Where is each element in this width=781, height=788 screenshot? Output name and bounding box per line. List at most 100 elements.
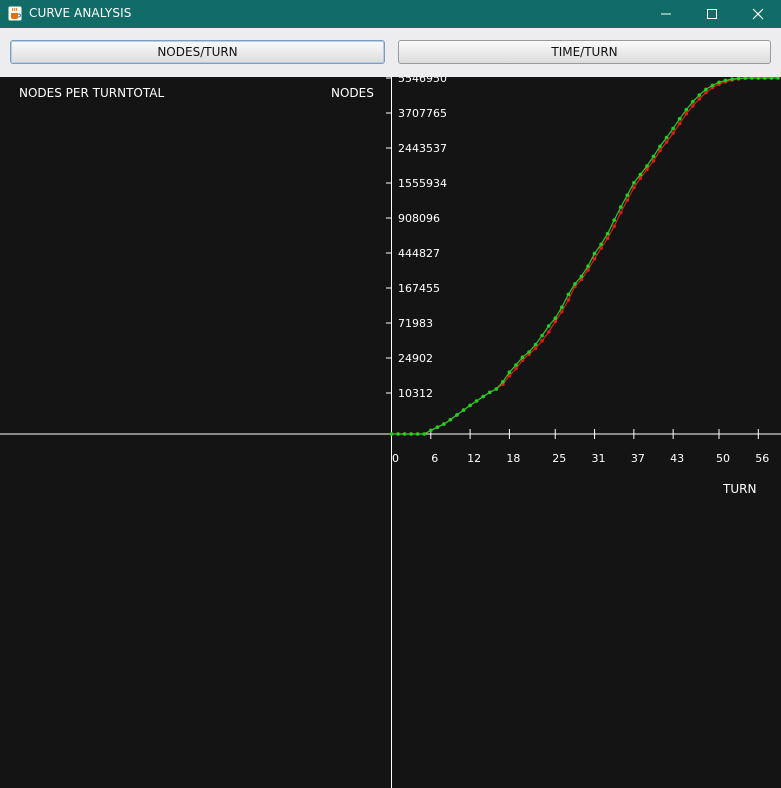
x-tick-label: 6 [431, 452, 438, 465]
green-data-point [461, 408, 466, 412]
time-turn-button[interactable]: TIME/TURN [398, 40, 771, 64]
green-data-point [560, 305, 564, 309]
green-data-point [409, 432, 413, 436]
x-tick-label: 43 [670, 452, 684, 465]
red-data-point [671, 131, 675, 135]
minimize-icon [661, 13, 671, 15]
green-data-point [448, 417, 453, 422]
y-tick-label: 10312 [398, 387, 433, 400]
red-data-point [592, 256, 597, 261]
green-data-point [677, 117, 682, 121]
close-button[interactable] [735, 0, 781, 28]
green-data-point [389, 432, 394, 436]
green-data-point [599, 242, 603, 247]
green-data-point [455, 413, 459, 417]
green-data-point [730, 77, 734, 81]
y-tick-label: 2443537 [398, 142, 447, 155]
window-title: CURVE ANALYSIS [29, 6, 132, 20]
green-data-point [533, 342, 538, 347]
green-data-point [415, 432, 420, 436]
green-data-point [632, 181, 636, 185]
green-data-point [507, 370, 512, 375]
green-data-point [704, 87, 708, 92]
green-data-point [625, 193, 630, 197]
y-tick-label: 908096 [398, 212, 440, 225]
red-data-point [546, 330, 551, 334]
green-data-point [664, 135, 669, 140]
x-tick-label: 18 [506, 452, 520, 465]
red-data-point [605, 236, 610, 241]
red-data-point [533, 346, 538, 351]
green-data-point [442, 422, 446, 426]
green-data-point [586, 264, 590, 268]
green-data-point [723, 78, 728, 83]
green-data-point [717, 80, 721, 85]
green-data-point [619, 205, 623, 209]
y-tick-label: 24902 [398, 352, 433, 365]
series-group [389, 77, 780, 436]
maximize-icon [707, 9, 717, 19]
green-data-point [520, 355, 525, 360]
green-data-point [488, 390, 492, 395]
green-data-point [546, 324, 551, 328]
green-series-line [391, 77, 778, 435]
green-data-point [684, 107, 689, 112]
green-data-point [579, 274, 584, 279]
green-data-point [566, 292, 571, 297]
red-data-point [651, 159, 656, 163]
close-icon [752, 8, 764, 20]
green-data-point [481, 394, 486, 399]
red-data-point [677, 121, 682, 126]
x-axis-label: TURN [722, 482, 756, 496]
title-bar: CURVE ANALYSIS [0, 0, 781, 28]
green-data-point [671, 126, 675, 131]
red-data-point [540, 339, 544, 343]
red-data-point [697, 97, 702, 101]
green-data-point [605, 231, 610, 236]
x-tick-label: 25 [552, 452, 566, 465]
y-tick-label: 3707765 [398, 107, 447, 120]
red-data-point [619, 210, 623, 215]
red-data-point [704, 90, 708, 95]
x-tick-label: 50 [716, 452, 730, 465]
red-data-point [625, 198, 630, 202]
green-data-point [396, 432, 400, 436]
x-tick-label: 31 [592, 452, 606, 465]
green-data-point [750, 77, 754, 80]
green-data-point [527, 350, 531, 354]
y-axis-label: NODES [331, 86, 374, 100]
green-data-point [402, 432, 407, 436]
green-data-point [769, 77, 774, 80]
y-ticks: 10312 24902 71983 167455 444827 908096 1555934… [386, 77, 447, 400]
green-data-point [429, 428, 433, 433]
green-data-point [501, 380, 505, 384]
y-tick-label: 71983 [398, 317, 433, 330]
nodes-turn-button[interactable]: NODES/TURN [10, 40, 385, 64]
green-data-point [553, 316, 558, 320]
chart-area: NODES PER TURNTOTAL NODES TURN 10312 2490… [0, 77, 781, 788]
y-tick-label: 5546950 [398, 77, 447, 85]
green-data-point [756, 77, 761, 80]
green-data-point [776, 77, 780, 80]
y-tick-label: 167455 [398, 282, 440, 295]
green-data-point [573, 282, 577, 286]
green-data-point [494, 387, 499, 391]
green-data-point [763, 77, 767, 80]
red-data-point [566, 298, 571, 302]
green-data-point [710, 83, 715, 88]
minimize-button[interactable] [643, 0, 689, 28]
green-data-point [474, 399, 479, 403]
red-data-point [612, 224, 616, 228]
green-data-point [514, 363, 518, 367]
red-data-point [684, 112, 689, 116]
maximize-button[interactable] [689, 0, 735, 28]
y-tick-label: 444827 [398, 247, 440, 260]
x-tick-label: 12 [467, 452, 481, 465]
green-data-point [435, 425, 440, 430]
y-tick-label: 1555934 [398, 177, 447, 190]
red-data-point [664, 140, 669, 144]
java-cup-icon [8, 6, 22, 21]
green-data-point [612, 218, 616, 222]
red-data-point [691, 104, 695, 108]
green-data-point [540, 333, 544, 338]
